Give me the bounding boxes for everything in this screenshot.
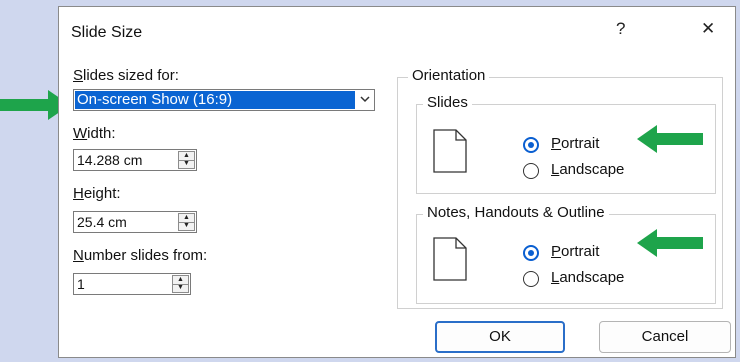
slides-landscape-label[interactable]: Landscape bbox=[551, 161, 624, 178]
width-value: 14.288 cm bbox=[77, 152, 143, 168]
spin-down-icon[interactable]: ▼ bbox=[179, 160, 194, 168]
close-icon[interactable]: ✕ bbox=[701, 19, 715, 39]
page-portrait-icon bbox=[433, 129, 467, 173]
notes-orientation-group: Notes, Handouts & Outline Portrait Lands… bbox=[416, 204, 716, 304]
slides-sized-for-select[interactable]: On-screen Show (16:9) bbox=[73, 89, 375, 111]
selected-value: On-screen Show (16:9) bbox=[75, 91, 355, 109]
notes-portrait-label[interactable]: Portrait bbox=[551, 243, 599, 260]
notes-landscape-radio[interactable] bbox=[523, 271, 539, 287]
slides-portrait-label[interactable]: Portrait bbox=[551, 135, 599, 152]
number-from-spin-buttons[interactable]: ▲ ▼ bbox=[172, 275, 189, 293]
slides-sized-for-label: Slides sized for: bbox=[73, 67, 179, 84]
spin-down-icon[interactable]: ▼ bbox=[173, 284, 188, 292]
page-portrait-icon bbox=[433, 237, 467, 281]
orientation-title: Orientation bbox=[408, 67, 490, 84]
slide-size-dialog: Slide Size ? ✕ Slides sized for: On-scre… bbox=[58, 6, 736, 358]
number-slides-from-stepper[interactable]: 1 ▲ ▼ bbox=[73, 273, 191, 295]
green-arrow-annotation bbox=[637, 125, 703, 153]
ok-button[interactable]: OK bbox=[435, 321, 565, 353]
height-spin-buttons[interactable]: ▲ ▼ bbox=[178, 213, 195, 231]
green-arrow-annotation bbox=[637, 229, 703, 257]
number-from-value: 1 bbox=[77, 276, 85, 292]
orientation-group: Orientation Slides Portrait Landscape No… bbox=[397, 67, 723, 309]
slides-orientation-title: Slides bbox=[423, 94, 472, 111]
notes-portrait-radio[interactable] bbox=[523, 245, 539, 261]
width-spin-buttons[interactable]: ▲ ▼ bbox=[178, 151, 195, 169]
chevron-down-icon[interactable] bbox=[356, 90, 374, 110]
cancel-button[interactable]: Cancel bbox=[599, 321, 731, 353]
height-stepper[interactable]: 25.4 cm ▲ ▼ bbox=[73, 211, 197, 233]
slides-portrait-radio[interactable] bbox=[523, 137, 539, 153]
width-stepper[interactable]: 14.288 cm ▲ ▼ bbox=[73, 149, 197, 171]
dialog-title: Slide Size bbox=[71, 24, 143, 41]
number-slides-from-label: Number slides from: bbox=[73, 247, 208, 264]
spin-down-icon[interactable]: ▼ bbox=[179, 222, 194, 230]
height-value: 25.4 cm bbox=[77, 214, 127, 230]
help-icon[interactable]: ? bbox=[616, 19, 625, 39]
height-label: Height: bbox=[73, 185, 121, 202]
slides-landscape-radio[interactable] bbox=[523, 163, 539, 179]
width-label: Width: bbox=[73, 125, 116, 142]
notes-landscape-label[interactable]: Landscape bbox=[551, 269, 624, 286]
notes-orientation-title: Notes, Handouts & Outline bbox=[423, 204, 609, 221]
